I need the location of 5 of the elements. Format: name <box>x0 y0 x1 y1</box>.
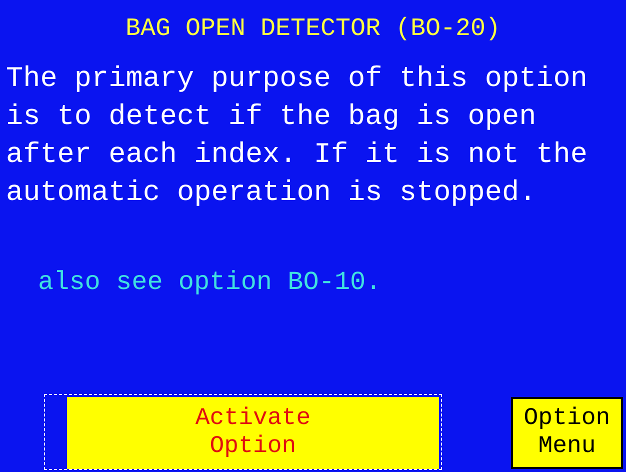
option-menu-button[interactable]: Option Menu <box>511 397 623 469</box>
screen-title: BAG OPEN DETECTOR (BO-20) <box>125 14 501 44</box>
note-text: also see option BO-10. <box>38 266 382 298</box>
description-text: The primary purpose of this option is to detect if the bag is open after each index. If it is not the automatic operation is stopped. <box>6 61 588 211</box>
activate-option-button[interactable]: Activate Option <box>67 397 439 469</box>
